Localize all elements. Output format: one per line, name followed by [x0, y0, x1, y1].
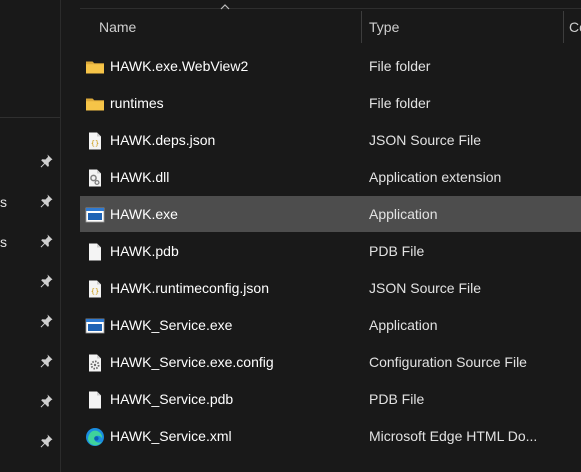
file-name: HAWK.exe [110, 206, 178, 222]
navigation-pane: ss [0, 0, 60, 472]
file-name: HAWK_Service.exe [110, 317, 233, 333]
blank-file-icon [85, 390, 105, 410]
quick-access-item[interactable] [0, 150, 60, 174]
file-row[interactable]: HAWK_Service.xml Microsoft Edge HTML Do..… [80, 418, 581, 454]
quick-access-item-label: s [0, 194, 7, 210]
file-row[interactable]: HAWK_Service.pdb PDB File [80, 381, 581, 417]
quick-access-item[interactable] [0, 310, 60, 334]
application-icon [85, 205, 105, 225]
pin-icon [38, 433, 54, 449]
folder-icon [85, 94, 105, 114]
edge-icon [85, 427, 105, 447]
next-column-header[interactable]: Co [569, 9, 581, 45]
svg-text:{}: {} [91, 140, 99, 148]
pin-icon [38, 393, 54, 409]
file-row[interactable]: {} HAWK.deps.json JSON Source File [80, 122, 581, 158]
config-file-icon [85, 353, 105, 373]
json-file-icon: {} [85, 131, 105, 151]
dll-file-icon [85, 168, 105, 188]
file-type: PDB File [369, 243, 425, 259]
file-row[interactable]: HAWK_Service.exe Application [80, 307, 581, 343]
pane-divider[interactable] [60, 0, 61, 472]
file-type: JSON Source File [369, 280, 482, 296]
nav-divider [0, 117, 60, 118]
file-name: HAWK_Service.pdb [110, 391, 234, 407]
blank-file-icon [85, 242, 105, 262]
name-column-header[interactable]: Name [99, 9, 359, 45]
file-name: HAWK.pdb [110, 243, 179, 259]
application-icon [85, 316, 105, 336]
file-type: JSON Source File [369, 132, 482, 148]
file-name: HAWK.dll [110, 169, 170, 185]
quick-access-item[interactable] [0, 270, 60, 294]
type-column-header[interactable]: Type [369, 9, 559, 45]
file-row[interactable]: HAWK.pdb PDB File [80, 233, 581, 269]
svg-text:{}: {} [91, 288, 99, 296]
file-type: PDB File [369, 391, 425, 407]
name-column-resize-handle[interactable] [361, 11, 362, 43]
file-name: HAWK.runtimeconfig.json [110, 280, 269, 296]
quick-access-item[interactable] [0, 430, 60, 454]
pin-icon [38, 233, 54, 249]
pin-icon [38, 153, 54, 169]
file-name: HAWK_Service.xml [110, 428, 232, 444]
quick-access-item[interactable]: s [0, 190, 60, 214]
file-type: Microsoft Edge HTML Do... [369, 428, 538, 444]
file-name: runtimes [110, 95, 164, 111]
file-type: Application [369, 206, 438, 222]
file-name: HAWK.exe.WebView2 [110, 58, 249, 74]
file-row[interactable]: HAWK_Service.exe.config Configuration Sou… [80, 344, 581, 380]
file-name: HAWK.deps.json [110, 132, 216, 148]
file-row[interactable]: HAWK.exe Application [80, 196, 581, 232]
file-row[interactable]: HAWK.exe.WebView2 File folder [80, 48, 581, 84]
pin-icon [38, 193, 54, 209]
file-type: Configuration Source File [369, 354, 527, 370]
file-name: HAWK_Service.exe.config [110, 354, 274, 370]
pin-icon [38, 273, 54, 289]
file-row[interactable]: {} HAWK.runtimeconfig.json JSON Source Fil… [80, 270, 581, 306]
quick-access-item[interactable] [0, 390, 60, 414]
column-header: Name Type Co [61, 4, 581, 45]
folder-icon [85, 57, 105, 77]
pin-icon [38, 353, 54, 369]
file-type: Application extension [369, 169, 502, 185]
file-type: File folder [369, 95, 431, 111]
file-type: Application [369, 317, 438, 333]
file-row[interactable]: HAWK.dll Application extension [80, 159, 581, 195]
json-file-icon: {} [85, 279, 105, 299]
quick-access-item-label: s [0, 234, 7, 250]
type-column-resize-handle[interactable] [563, 11, 564, 43]
file-type: File folder [369, 58, 431, 74]
quick-access-item[interactable] [0, 350, 60, 374]
quick-access-item[interactable]: s [0, 230, 60, 254]
pin-icon [38, 313, 54, 329]
file-row[interactable]: runtimes File folder [80, 85, 581, 121]
